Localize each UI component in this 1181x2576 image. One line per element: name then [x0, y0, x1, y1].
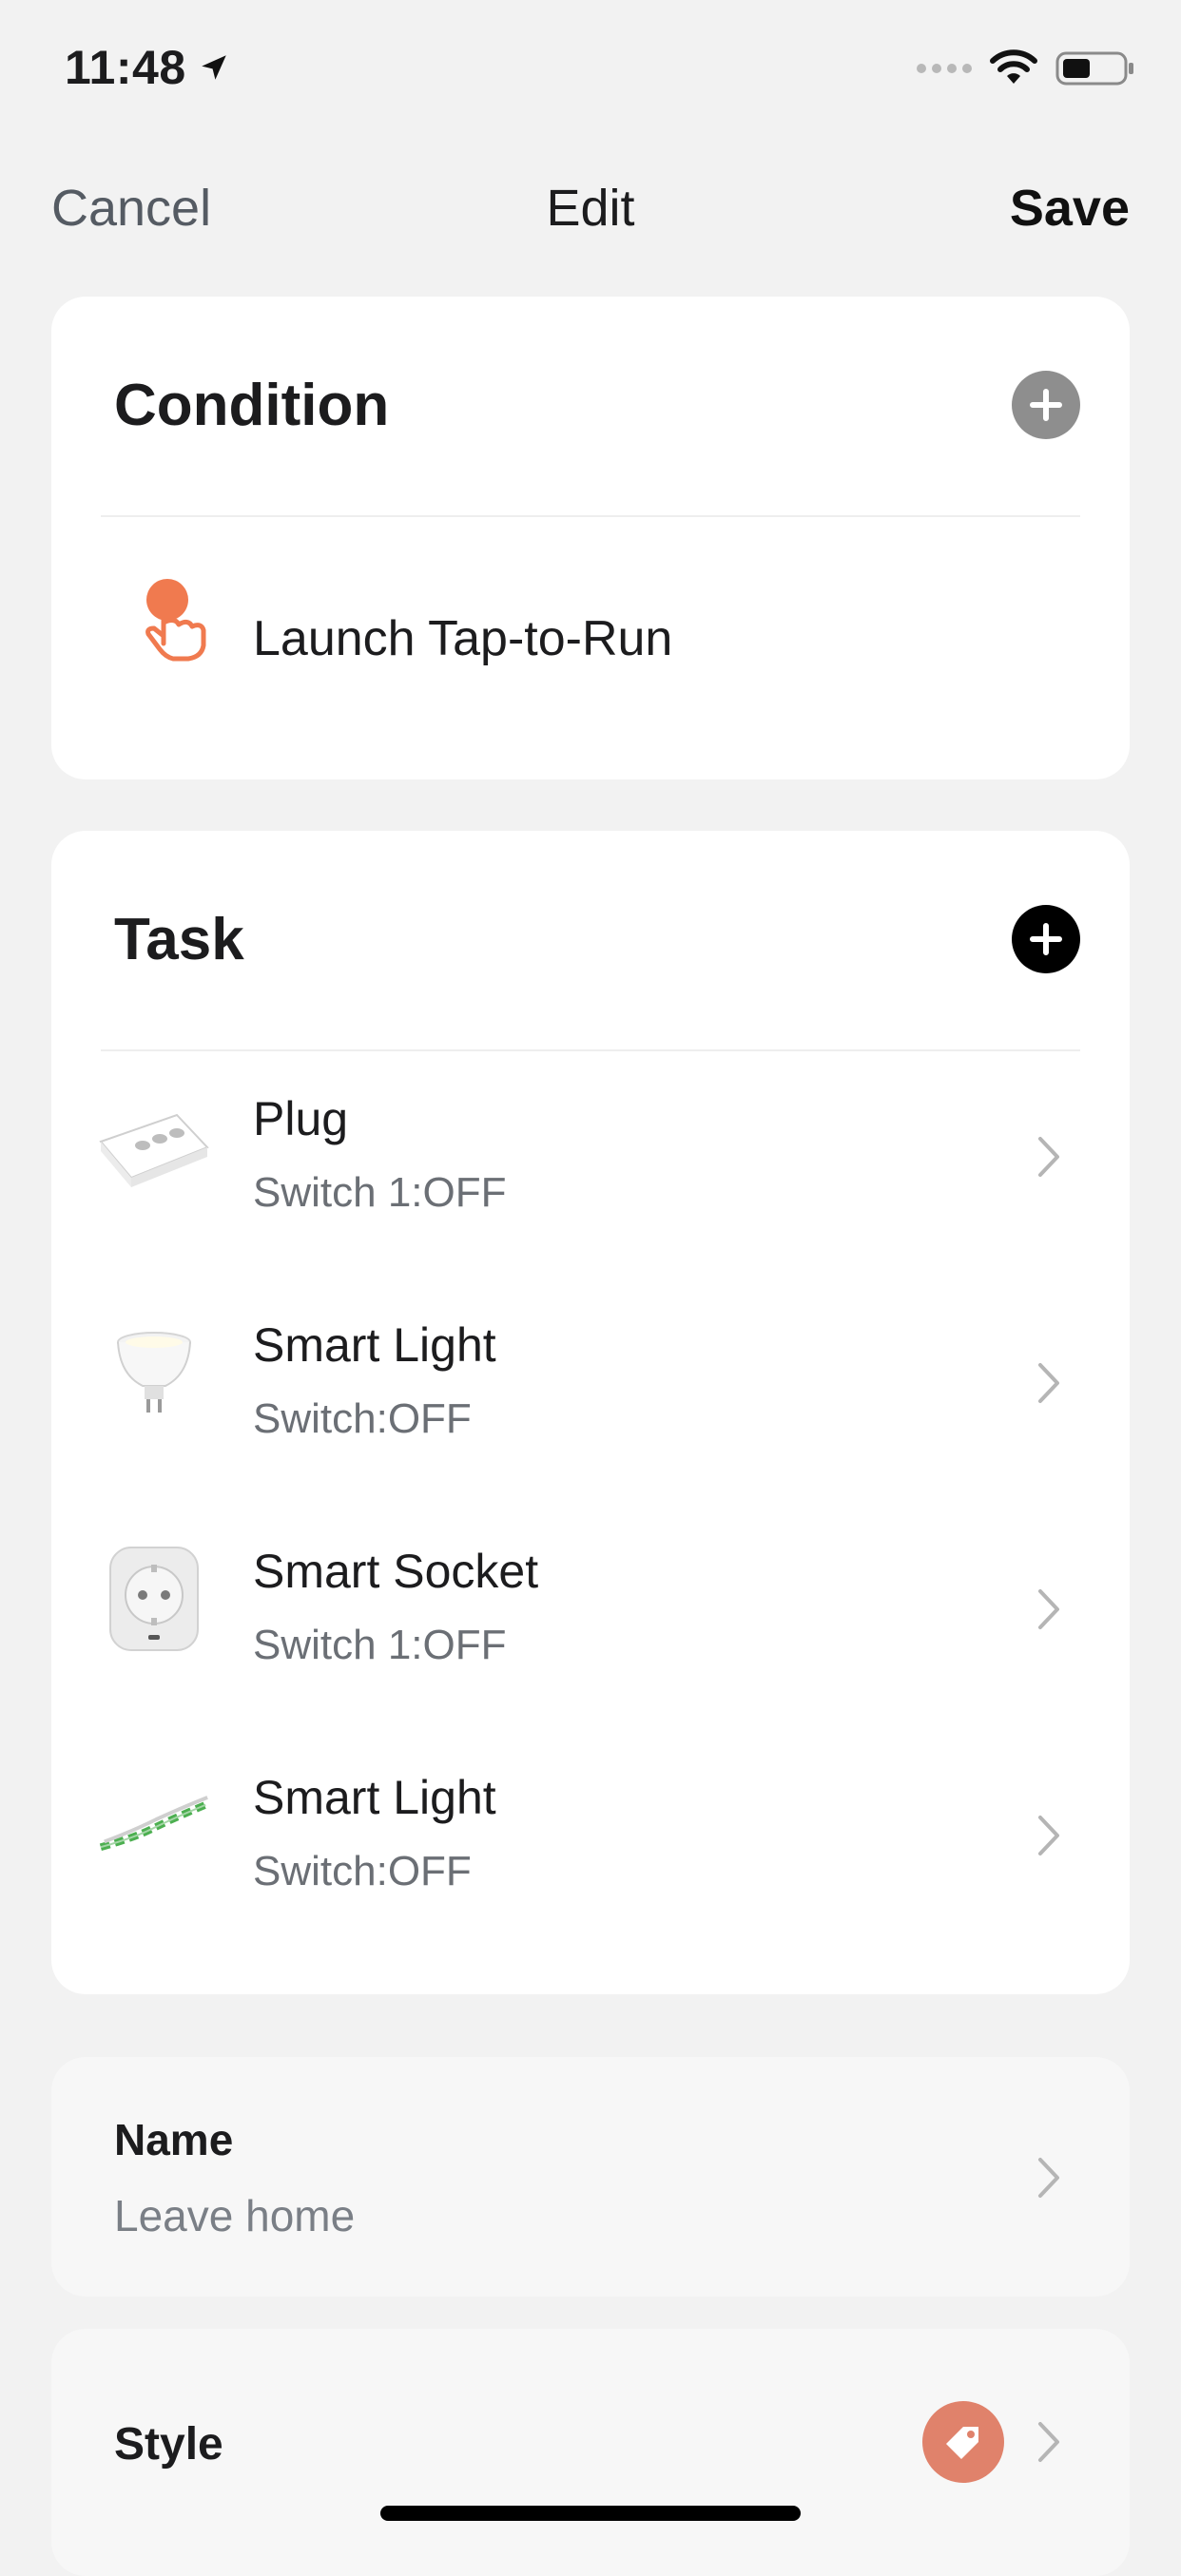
- task-item[interactable]: Smart Light Switch:OFF: [51, 1278, 1130, 1487]
- add-task-button[interactable]: [1012, 905, 1080, 973]
- task-item[interactable]: Smart Socket Switch 1:OFF: [51, 1504, 1130, 1713]
- task-item-status: Switch 1:OFF: [253, 1169, 507, 1216]
- task-item-title: Smart Socket: [253, 1545, 539, 1598]
- task-item-status: Switch:OFF: [253, 1395, 472, 1442]
- condition-title: Condition: [114, 372, 390, 438]
- task-item[interactable]: Plug Switch 1:OFF: [51, 1051, 1130, 1260]
- plus-icon: [1030, 923, 1062, 955]
- home-indicator[interactable]: [380, 2506, 801, 2521]
- status-time: 11:48: [65, 40, 230, 95]
- name-row[interactable]: Name Leave home: [51, 2057, 1130, 2297]
- task-card: Task Plug Switch 1:OFF Smart Light Switc…: [51, 831, 1130, 1994]
- save-button[interactable]: Save: [1010, 179, 1130, 238]
- socket-icon: [97, 1542, 211, 1656]
- wifi-icon: [990, 49, 1037, 84]
- condition-card: Condition Launch Tap-to-Run: [51, 297, 1130, 779]
- led-strip-icon: [97, 1768, 211, 1882]
- chevron-right-icon: [1038, 2158, 1059, 2198]
- task-title: Task: [114, 906, 244, 972]
- task-item-title: Smart Light: [253, 1771, 496, 1824]
- bulb-icon: [97, 1316, 211, 1430]
- status-indicators: [917, 49, 1135, 87]
- cellular-signal-icon: [917, 64, 972, 73]
- task-item-status: Switch 1:OFF: [253, 1622, 507, 1668]
- condition-row[interactable]: Launch Tap-to-Run: [51, 525, 1130, 734]
- task-item-title: Smart Light: [253, 1318, 496, 1372]
- page-title: Edit: [546, 180, 635, 237]
- condition-header: Condition: [114, 371, 1080, 439]
- style-label: Style: [114, 2419, 223, 2470]
- status-bar: 11:48: [0, 0, 1181, 143]
- task-item-title: Plug: [253, 1092, 349, 1145]
- tag-icon: [922, 2401, 1004, 2483]
- tap-hand-icon: [124, 567, 228, 671]
- power-strip-icon: [97, 1089, 211, 1203]
- chevron-right-icon: [1038, 1137, 1059, 1177]
- location-arrow-icon: [201, 55, 226, 80]
- chevron-right-icon: [1038, 1589, 1059, 1629]
- clock-text: 11:48: [65, 41, 186, 94]
- condition-label: Launch Tap-to-Run: [253, 611, 673, 666]
- name-label: Name: [114, 2115, 234, 2164]
- chevron-right-icon: [1038, 2422, 1059, 2462]
- add-condition-button[interactable]: [1012, 371, 1080, 439]
- chevron-right-icon: [1038, 1816, 1059, 1855]
- chevron-right-icon: [1038, 1363, 1059, 1403]
- condition-divider: [101, 515, 1080, 517]
- style-row[interactable]: Style: [51, 2329, 1130, 2576]
- task-item[interactable]: Smart Light Switch:OFF: [51, 1730, 1130, 1939]
- nav-bar: Cancel Edit Save: [0, 171, 1181, 247]
- name-value: Leave home: [114, 2191, 356, 2240]
- plus-icon: [1030, 389, 1062, 421]
- task-item-status: Switch:OFF: [253, 1848, 472, 1894]
- task-header: Task: [114, 905, 1080, 973]
- battery-icon: [1055, 51, 1133, 86]
